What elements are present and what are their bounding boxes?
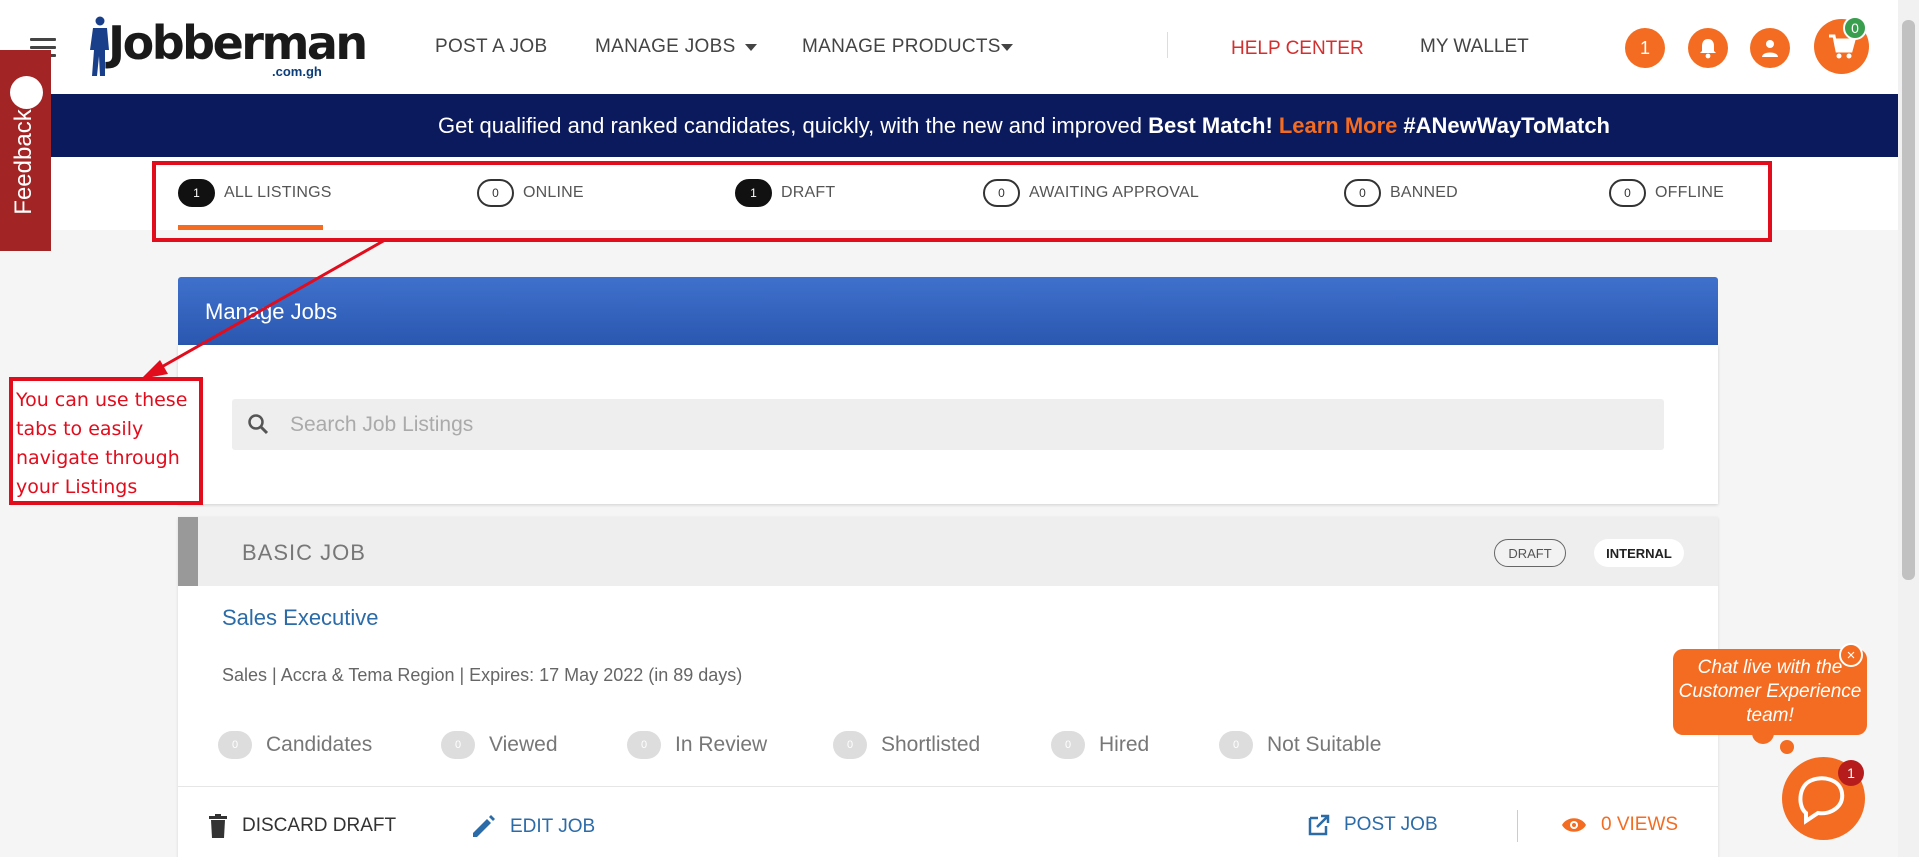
trash-icon (209, 814, 227, 838)
search-icon (248, 414, 269, 435)
discard-draft-label: DISCARD DRAFT (242, 815, 397, 836)
stat-not-suitable[interactable]: 0 Not Suitable (1219, 731, 1381, 759)
chat-bubble-tail (1752, 730, 1774, 744)
stat-shortlisted[interactable]: 0 Shortlisted (833, 731, 980, 759)
views-counter[interactable]: 0 VIEWS (1561, 814, 1678, 836)
stat-label: Shortlisted (881, 733, 981, 756)
nav-help-center[interactable]: HELP CENTER (1231, 38, 1364, 60)
job-card-header (178, 517, 1718, 586)
chat-prompt-bubble[interactable]: Chat live with the Customer Experience t… (1673, 649, 1867, 735)
nav-post-job[interactable]: POST A JOB (435, 36, 547, 58)
stat-count: 0 (627, 731, 661, 759)
job-type-label: BASIC JOB (242, 540, 366, 565)
edit-job-button[interactable]: EDIT JOB (470, 814, 595, 840)
external-link-icon (1308, 814, 1330, 836)
chat-bubble-dot (1780, 740, 1794, 754)
notification-count-badge[interactable]: 1 (1625, 28, 1665, 68)
stat-label: Hired (1099, 733, 1150, 756)
annotation-arrow-icon (141, 238, 386, 379)
annotation-text: You can use these tabs to easily navigat… (16, 389, 188, 498)
stat-label: Not Suitable (1267, 733, 1382, 756)
stat-count: 0 (1219, 731, 1253, 759)
stat-label: Viewed (489, 733, 558, 756)
cart-count-badge: 0 (1843, 16, 1867, 40)
card-divider (178, 786, 1718, 787)
stat-count: 0 (218, 731, 252, 759)
learn-more-link[interactable]: Learn More (1279, 113, 1398, 139)
nav-divider (1167, 32, 1168, 58)
chevron-down-icon[interactable] (745, 44, 757, 51)
stat-hired[interactable]: 0 Hired (1051, 731, 1149, 759)
stat-label: In Review (675, 733, 768, 756)
notification-count: 1 (1639, 37, 1650, 58)
stat-in-review[interactable]: 0 In Review (627, 731, 767, 759)
job-meta: Sales | Accra & Tema Region | Expires: 1… (222, 665, 743, 685)
job-card-accent (178, 517, 198, 586)
internal-badge: INTERNAL (1594, 539, 1684, 567)
stat-count: 0 (1051, 731, 1085, 759)
action-divider (1517, 810, 1518, 842)
chat-unread-badge: 1 (1838, 760, 1864, 786)
pencil-icon (473, 815, 495, 837)
post-job-button[interactable]: POST JOB (1308, 814, 1438, 836)
nav-manage-jobs[interactable]: MANAGE JOBS (595, 36, 736, 58)
user-avatar-icon[interactable] (1750, 28, 1790, 68)
banner-hashtag: #ANewWayToMatch (1403, 112, 1610, 138)
search-input[interactable] (290, 406, 1640, 444)
stat-count: 0 (441, 731, 475, 759)
close-icon[interactable]: × (1839, 643, 1863, 667)
manage-jobs-header: Manage Jobs (178, 277, 1718, 345)
draft-badge: DRAFT (1494, 539, 1566, 567)
eye-icon (1562, 818, 1586, 832)
scrollbar-thumb[interactable] (1902, 20, 1915, 580)
chevron-down-icon[interactable] (1001, 44, 1013, 51)
stat-label: Candidates (266, 733, 373, 756)
nav-my-wallet[interactable]: MY WALLET (1420, 36, 1529, 58)
views-label: 0 VIEWS (1601, 814, 1679, 835)
discard-draft-button[interactable]: DISCARD DRAFT (208, 814, 396, 838)
stat-viewed[interactable]: 0 Viewed (441, 731, 558, 759)
stat-count: 0 (833, 731, 867, 759)
nav-manage-products[interactable]: MANAGE PRODUCTS (802, 36, 1001, 58)
job-title-link[interactable]: Sales Executive (222, 605, 379, 631)
banner-text: Get qualified and ranked candidates, qui… (437, 112, 1142, 138)
banner-highlight: Best Match! (1148, 112, 1273, 138)
bell-icon[interactable] (1688, 28, 1728, 68)
edit-job-label: EDIT JOB (510, 816, 596, 837)
stat-candidates[interactable]: 0 Candidates (218, 731, 372, 759)
post-job-label: POST JOB (1344, 814, 1438, 835)
